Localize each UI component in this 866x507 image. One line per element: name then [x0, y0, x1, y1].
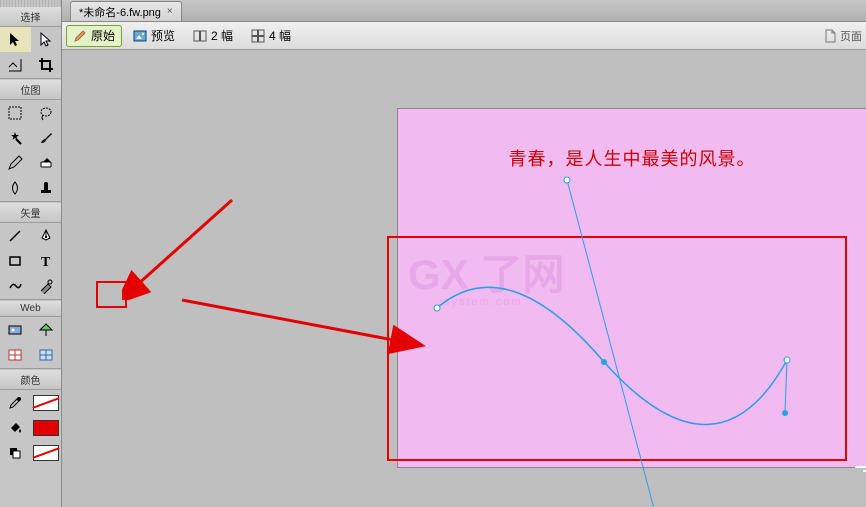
crop-tool[interactable]: [31, 52, 62, 77]
view-four-up-label: 4 幅: [269, 27, 291, 44]
show-slices[interactable]: [31, 342, 62, 367]
annotation-arrow-2: [172, 290, 432, 370]
document-tabbar: *未命名-6.fw.png ×: [62, 0, 866, 22]
pointer-tool[interactable]: [0, 27, 31, 52]
brush-tool[interactable]: [31, 125, 62, 150]
page-icon: [824, 29, 836, 43]
stroke-color-icon: [33, 395, 59, 411]
view-two-up-label: 2 幅: [211, 27, 233, 44]
marquee-tool[interactable]: [0, 100, 31, 125]
view-preview[interactable]: 预览: [126, 25, 182, 47]
no-color[interactable]: [31, 440, 62, 465]
view-four-up[interactable]: 4 幅: [244, 25, 298, 47]
svg-text:T: T: [41, 255, 51, 269]
image-icon: [133, 29, 147, 43]
line-tool[interactable]: [0, 223, 31, 248]
subselect-tool[interactable]: [31, 27, 62, 52]
blur-tool[interactable]: [0, 175, 31, 200]
lasso-tool[interactable]: [31, 100, 62, 125]
eraser-tool[interactable]: [31, 150, 62, 175]
view-original[interactable]: 原始: [66, 25, 122, 47]
artboard[interactable]: 青春，是人生中最美的风景。: [397, 108, 866, 468]
default-colors[interactable]: [0, 440, 31, 465]
fill-color-icon: [33, 420, 59, 436]
panel-grip[interactable]: [0, 0, 61, 7]
fill-swatch[interactable]: [31, 415, 62, 440]
rectangle-tool[interactable]: [0, 248, 31, 273]
view-preview-label: 预览: [151, 27, 175, 44]
view-two-up[interactable]: 2 幅: [186, 25, 240, 47]
pencil-icon: [73, 29, 87, 43]
stamp-tool[interactable]: [31, 175, 62, 200]
pen-tool[interactable]: [31, 223, 62, 248]
file-tab-title: *未命名-6.fw.png: [79, 4, 161, 20]
bucket-tool[interactable]: [0, 415, 31, 440]
file-tab[interactable]: *未命名-6.fw.png ×: [70, 1, 182, 21]
section-colors: 颜色: [0, 370, 61, 390]
canvas-area[interactable]: 青春，是人生中最美的风景。 GX 了网 system.com: [62, 50, 866, 507]
annotation-box-pen-tool: [96, 281, 127, 308]
view-original-label: 原始: [91, 27, 115, 44]
main-area: *未命名-6.fw.png × 原始 预览 2 幅 4 幅: [62, 0, 866, 507]
section-vector: 矢量: [0, 203, 61, 223]
section-web: Web: [0, 301, 61, 317]
hotspot-tool[interactable]: [0, 317, 31, 342]
hide-slices[interactable]: [0, 342, 31, 367]
canvas-text: 青春，是人生中最美的风景。: [398, 145, 866, 171]
page-button[interactable]: 页面: [824, 28, 862, 44]
close-icon[interactable]: ×: [167, 6, 173, 17]
page-label: 页面: [840, 28, 862, 44]
knife-tool[interactable]: [31, 273, 62, 298]
resize-handle-icon[interactable]: [851, 452, 866, 474]
tool-panel: 选择 位图 矢量: [0, 0, 62, 507]
no-color-icon: [33, 445, 59, 461]
eyedropper-tool[interactable]: [0, 390, 31, 415]
annotation-arrow-1: [122, 190, 242, 300]
four-up-icon: [251, 29, 265, 43]
slice-tool[interactable]: [31, 317, 62, 342]
stroke-swatch[interactable]: [31, 390, 62, 415]
section-bitmap: 位图: [0, 80, 61, 100]
text-tool[interactable]: T: [31, 248, 62, 273]
two-up-icon: [193, 29, 207, 43]
view-toolbar: 原始 预览 2 幅 4 幅 页面: [62, 22, 866, 50]
pencil-tool[interactable]: [0, 150, 31, 175]
wand-tool[interactable]: [0, 125, 31, 150]
freeform-tool[interactable]: [0, 273, 31, 298]
scale-tool[interactable]: [0, 52, 31, 77]
section-select: 选择: [0, 7, 61, 27]
